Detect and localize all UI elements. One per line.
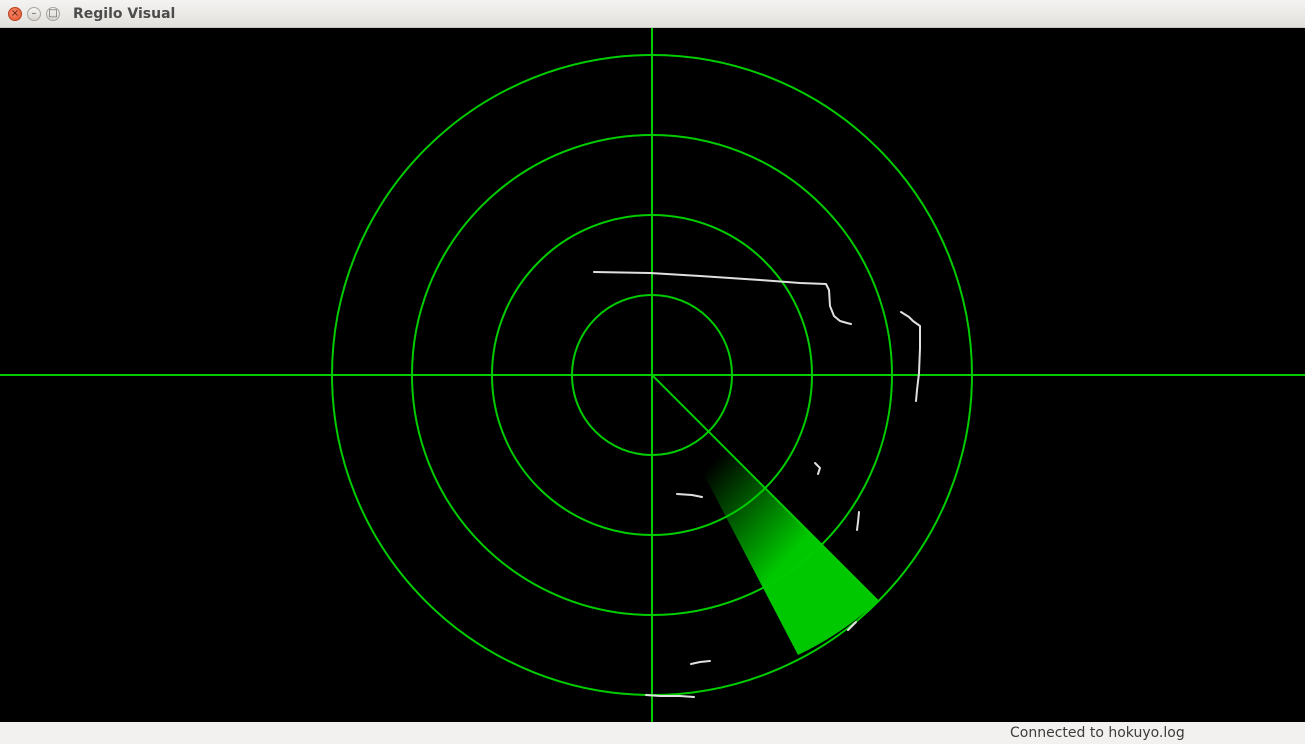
status-bar: Connected to hokuyo.log <box>0 722 1305 744</box>
radar-canvas[interactable] <box>0 28 1305 722</box>
close-icon[interactable]: × <box>8 7 22 21</box>
scan-segment <box>814 462 821 475</box>
maximize-icon[interactable]: □ <box>46 7 60 21</box>
scan-segment <box>645 694 695 698</box>
title-bar[interactable]: × – □ Regilo Visual <box>0 0 1305 28</box>
scan-segment <box>690 660 711 665</box>
scan-segment <box>676 493 703 498</box>
app-window: × – □ Regilo Visual Connected to hokuyo.… <box>0 0 1305 744</box>
minimize-icon[interactable]: – <box>27 7 41 21</box>
window-title: Regilo Visual <box>73 6 176 22</box>
radar-svg <box>0 28 1305 722</box>
scan-segment <box>856 511 860 531</box>
connection-status: Connected to hokuyo.log <box>1010 725 1185 741</box>
radar-grid <box>0 28 1305 722</box>
scan-segment <box>900 311 921 402</box>
